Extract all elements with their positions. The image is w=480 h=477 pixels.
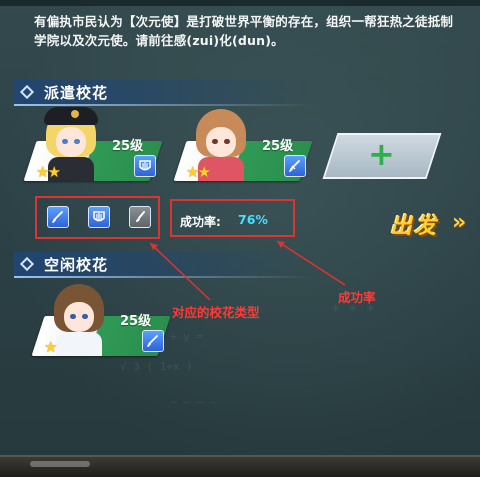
sword-type-icon [47,206,69,228]
portrait-outfit [56,332,102,356]
portrait-eye [74,139,80,144]
portrait-face [56,127,86,157]
board-bottom-frame [0,455,480,477]
mission-description: 有偏执市民认为【次元使】是打破世界平衡的存在，组织一帮狂热之徒抵制学院以及次元使… [34,14,454,48]
chalk-scribble: — — — — [170,395,217,408]
add-character-slot[interactable]: + [322,133,442,179]
star-rating: ★ [44,338,58,356]
section-divider [14,104,314,106]
star-rating: ★★ [186,163,211,181]
idle-card-1[interactable]: 25级 ★ [31,284,171,360]
success-rate-value: 76% [238,212,268,227]
double-chevron-right-icon: » [452,210,466,235]
portrait-eye [212,139,218,144]
portrait-eye [70,314,76,319]
portrait-eye [62,139,68,144]
depart-button[interactable]: 出发 » [390,204,480,244]
diamond-icon [19,256,35,272]
board-top-frame [0,0,480,6]
plus-icon: + [368,135,395,173]
shield-type-icon [134,155,156,177]
portrait-hat [44,107,98,125]
star-rating: ★★ [36,163,61,181]
shield-type-icon [88,206,110,228]
portrait-eye [82,314,88,319]
character-portrait [48,284,110,356]
dispatch-section-title: 派遣校花 [44,83,109,102]
brush-type-icon [129,206,151,228]
dispatch-section-header: 派遣校花 [14,80,314,104]
portrait-face [64,302,94,332]
idle-section-header: 空闲校花 [14,252,314,276]
level-label: 25级 [120,314,152,329]
portrait-eye [224,139,230,144]
dispatch-card-1[interactable]: 25级 ★★ [23,107,163,185]
success-rate-label: 成功率: [180,215,221,229]
level-label: 25级 [112,139,144,154]
sword-type-icon [284,155,306,177]
depart-button-label: 出发 [390,214,439,239]
level-label: 25级 [262,139,294,154]
sword-type-icon [142,330,164,352]
portrait-face [206,127,236,157]
chalk-scribble: √ 3 ( 1+x ) [120,360,193,373]
idle-section-title: 空闲校花 [44,255,109,274]
hat-badge-icon [71,110,79,118]
diamond-icon [19,84,35,100]
type-annotation: 对应的校花类型 [172,305,260,320]
section-divider [14,276,314,278]
rate-annotation: 成功率 [338,290,376,305]
chalk-pieces [30,461,90,467]
dispatch-card-2[interactable]: 25级 ★★ [173,109,313,185]
